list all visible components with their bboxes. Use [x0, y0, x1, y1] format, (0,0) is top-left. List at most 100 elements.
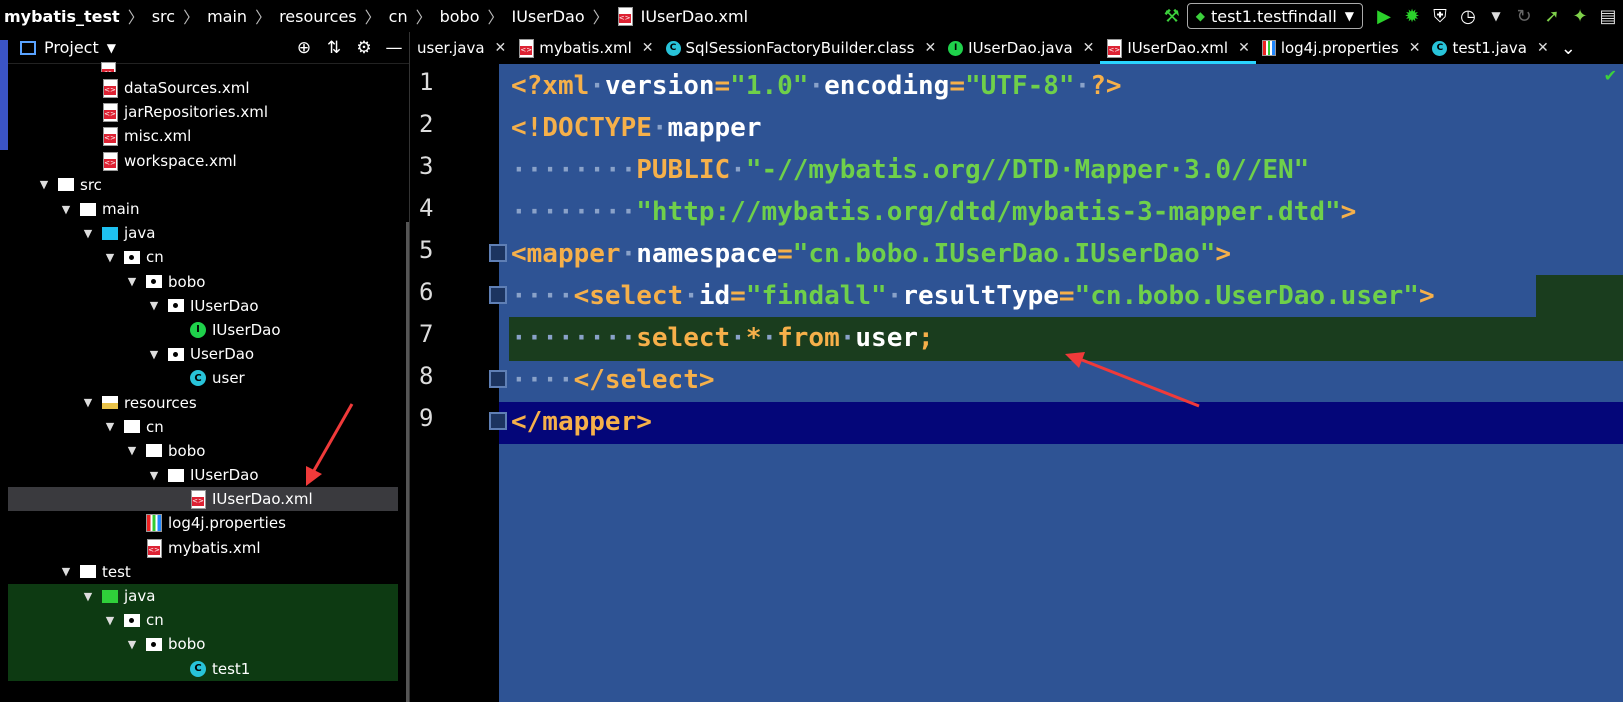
folder-icon: [80, 565, 96, 579]
tree-item[interactable]: ▼ bobo: [8, 632, 398, 657]
line-number: 9: [419, 404, 434, 432]
close-icon[interactable]: ✕: [495, 40, 507, 56]
expand-arrow-icon[interactable]: ▼: [148, 348, 160, 361]
tree-item[interactable]: ▼ bobo: [8, 439, 398, 463]
code-editor[interactable]: 123456789 <?xml·version="1.0"·encoding="…: [411, 64, 1623, 702]
tree-item[interactable]: dataSources.xml: [8, 76, 398, 100]
breadcrumb-file[interactable]: IUserDao.xml: [641, 7, 748, 26]
scrollbar[interactable]: [406, 222, 409, 702]
close-icon[interactable]: ✕: [1409, 40, 1421, 56]
breadcrumb-item[interactable]: cn: [389, 7, 408, 26]
tree-item[interactable]: IUserDao.xml: [8, 487, 398, 512]
tree-item[interactable]: mybatis.xml: [8, 536, 398, 560]
build-hammer-icon[interactable]: ⚒: [1159, 3, 1185, 29]
fold-marker-icon[interactable]: [489, 286, 507, 304]
fold-marker-icon[interactable]: [489, 370, 507, 388]
expand-arrow-icon[interactable]: ▼: [38, 178, 50, 191]
close-icon[interactable]: ✕: [642, 40, 654, 56]
breadcrumb-item[interactable]: main: [207, 7, 247, 26]
rerun-icon[interactable]: ↻: [1511, 3, 1537, 29]
chevron-down-icon[interactable]: ▼: [107, 41, 116, 55]
class-icon: C: [665, 40, 681, 56]
code-token: ·: [839, 323, 856, 353]
editor-tab[interactable]: I IUserDao.java ✕: [942, 32, 1100, 64]
coverage-icon[interactable]: ⛨: [1427, 3, 1453, 29]
deploy-icon[interactable]: ➚: [1539, 3, 1565, 29]
expand-arrow-icon[interactable]: ▼: [82, 590, 94, 603]
project-panel-title[interactable]: Project: [44, 38, 99, 57]
expand-arrow-icon[interactable]: ▼: [104, 420, 116, 433]
tree-item[interactable]: I IUserDao: [8, 318, 398, 342]
profiler-icon[interactable]: ◷: [1455, 3, 1481, 29]
expand-arrow-icon[interactable]: ▼: [82, 396, 94, 409]
code-token: "findall": [745, 281, 887, 311]
locate-icon[interactable]: ⊕: [289, 38, 319, 58]
update-icon[interactable]: ✦: [1567, 3, 1593, 29]
breadcrumb-project[interactable]: mybatis_test: [4, 7, 120, 26]
run-icon[interactable]: ▶: [1371, 3, 1397, 29]
tree-item[interactable]: ▼ java: [8, 583, 398, 609]
tree-item[interactable]: misc.xml: [8, 124, 398, 148]
breadcrumb-item[interactable]: IUserDao: [512, 7, 585, 26]
expand-arrow-icon[interactable]: ▼: [104, 251, 116, 264]
xml-file-icon: [518, 39, 535, 58]
tree-item[interactable]: workspace.xml: [8, 149, 398, 173]
minimize-icon[interactable]: —: [379, 38, 409, 58]
fold-marker-icon[interactable]: [489, 412, 507, 430]
tree-item[interactable]: jarRepositories.xml: [8, 100, 398, 124]
tree-item[interactable]: ▼ IUserDao: [8, 463, 398, 487]
chevron-down-icon[interactable]: ▼: [1483, 3, 1509, 29]
tree-item[interactable]: ▼ test: [8, 560, 398, 584]
editor-tab[interactable]: log4j.properties ✕: [1256, 32, 1427, 64]
tree-item[interactable]: ▼ cn: [8, 245, 398, 269]
expand-arrow-icon[interactable]: ▼: [148, 299, 160, 312]
debug-icon[interactable]: ✹: [1399, 3, 1425, 29]
project-tool-tab[interactable]: [0, 40, 8, 150]
tree-item[interactable]: ▼ main: [8, 197, 398, 221]
editor-tab[interactable]: Ctest1.java ✕: [1426, 32, 1554, 64]
breadcrumb-item[interactable]: bobo: [440, 7, 480, 26]
interface-icon: I: [190, 321, 206, 338]
tree-item[interactable]: Cuser: [8, 366, 398, 390]
expand-arrow-icon[interactable]: ▼: [126, 638, 138, 651]
more-icon[interactable]: ▤: [1595, 3, 1621, 29]
expand-arrow-icon[interactable]: ▼: [126, 275, 138, 288]
expand-arrow-icon[interactable]: ▼: [104, 614, 116, 627]
expand-arrow-icon[interactable]: ▼: [60, 565, 72, 578]
close-icon[interactable]: ✕: [1238, 40, 1250, 56]
editor-tab[interactable]: IUserDao.xml ✕: [1100, 32, 1257, 64]
tree-item[interactable]: ▼ bobo: [8, 270, 398, 294]
breadcrumb-item[interactable]: src: [152, 7, 175, 26]
expand-arrow-icon[interactable]: ▼: [126, 444, 138, 457]
tree-item[interactable]: ▼ src: [8, 173, 398, 197]
expand-arrow-icon[interactable]: ▼: [60, 203, 72, 216]
expand-arrow-icon[interactable]: ▼: [148, 469, 160, 482]
line-number: 7: [419, 320, 434, 348]
tree-item[interactable]: ▼ resources: [8, 390, 398, 414]
breadcrumb-item[interactable]: resources: [279, 7, 357, 26]
tree-item[interactable]: log4j.properties: [8, 511, 398, 535]
editor-tab[interactable]: user.java ✕: [411, 32, 512, 64]
tab-label: IUserDao.xml: [1127, 39, 1229, 57]
editor-tab[interactable]: C SqlSessionFactoryBuilder.class ✕: [660, 32, 943, 64]
close-icon[interactable]: ✕: [1083, 40, 1095, 56]
package-icon: [146, 275, 162, 289]
expand-arrow-icon[interactable]: ▼: [82, 227, 94, 240]
tree-item[interactable]: ▼ UserDao: [8, 342, 398, 366]
tree-item[interactable]: ▼ IUserDao: [8, 294, 398, 318]
editor-tab[interactable]: mybatis.xml ✕: [512, 32, 659, 64]
run-configuration-dropdown[interactable]: ◆ test1.testfindall ▼: [1186, 3, 1363, 29]
tree-item[interactable]: ▼ cn: [8, 415, 398, 439]
class-icon: C: [1432, 40, 1448, 56]
fold-marker-icon[interactable]: [489, 244, 507, 262]
tree-item[interactable]: ▼ cn: [8, 608, 398, 633]
tree-item[interactable]: Ctest1: [8, 656, 398, 681]
gear-icon[interactable]: ⚙: [349, 38, 379, 58]
close-icon[interactable]: ✕: [1537, 40, 1549, 56]
tab-overflow-icon[interactable]: ⌄: [1561, 38, 1576, 59]
run-configuration-label: test1.testfindall: [1210, 6, 1337, 26]
tree-item[interactable]: ▼ java: [8, 221, 398, 245]
close-icon[interactable]: ✕: [924, 40, 936, 56]
collapse-all-icon[interactable]: ⇅: [319, 38, 349, 58]
tree-item-label: main: [102, 200, 140, 219]
